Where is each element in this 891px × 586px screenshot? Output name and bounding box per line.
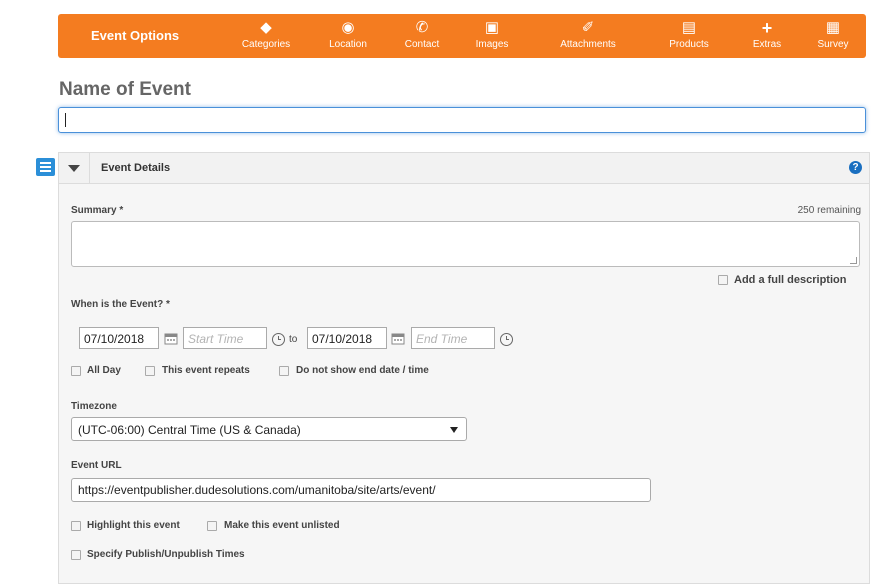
toolbar-location-label: Location — [329, 39, 367, 50]
toolbar-location[interactable]: ◉ Location — [308, 18, 388, 50]
summary-label: Summary * — [71, 205, 124, 216]
highlight-label: Highlight this event — [87, 520, 180, 531]
full-description-checkbox[interactable] — [718, 275, 728, 285]
toolbar-images[interactable]: ▣ Images — [452, 18, 532, 50]
calendar-icon[interactable] — [391, 332, 405, 345]
timezone-label: Timezone — [71, 401, 117, 412]
toolbar-attachments-label: Attachments — [560, 39, 616, 50]
toolbar-images-label: Images — [475, 39, 509, 50]
start-date-input[interactable]: 07/10/2018 — [79, 327, 159, 349]
toolbar-products[interactable]: ▤ Products — [649, 18, 729, 50]
publish-times-label: Specify Publish/Unpublish Times — [87, 549, 245, 560]
publish-times-checkbox[interactable] — [71, 550, 81, 560]
toolbar-contact[interactable]: ✆ Contact — [382, 18, 462, 50]
toolbar-categories[interactable]: ◆ Categories — [226, 18, 306, 50]
event-name-input[interactable] — [58, 107, 866, 133]
summary-textarea[interactable] — [71, 221, 860, 267]
phone-icon: ✆ — [415, 19, 429, 36]
hide-end-label: Do not show end date / time — [296, 365, 429, 376]
when-label: When is the Event? * — [71, 299, 170, 310]
toolbar-survey-label: Survey — [817, 39, 849, 50]
resize-grip-icon[interactable] — [850, 257, 857, 264]
all-day-label: All Day — [87, 365, 121, 376]
timezone-value: (UTC-06:00) Central Time (US & Canada) — [78, 423, 301, 437]
event-details-panel: Event Details ? Summary * 250 remaining … — [58, 152, 870, 584]
map-marker-icon: ◉ — [341, 19, 355, 36]
start-time-input[interactable]: Start Time — [183, 327, 267, 349]
image-icon: ▣ — [484, 19, 500, 36]
highlight-checkbox[interactable] — [71, 521, 81, 531]
full-description-label: Add a full description — [734, 274, 847, 286]
event-url-input[interactable]: https://eventpublisher.dudesolutions.com… — [71, 478, 651, 502]
repeats-label: This event repeats — [162, 365, 250, 376]
unlisted-label: Make this event unlisted — [224, 520, 340, 531]
summary-remaining: 250 remaining — [797, 205, 861, 216]
text-caret — [65, 113, 66, 127]
panel-title: Event Details — [101, 162, 171, 174]
to-label: to — [289, 334, 298, 345]
caret-down-icon — [68, 165, 80, 172]
event-options-title: Event Options — [91, 28, 180, 43]
calendar-icon[interactable] — [164, 332, 178, 345]
dropdown-arrow-icon — [450, 427, 458, 433]
hide-end-checkbox[interactable] — [279, 366, 289, 376]
clock-icon[interactable] — [500, 333, 513, 346]
tag-icon: ◆ — [260, 19, 272, 36]
toolbar-categories-label: Categories — [241, 39, 291, 50]
toolbar-survey[interactable]: ▦ Survey — [793, 18, 873, 50]
event-details-header[interactable]: Event Details ? — [59, 153, 869, 184]
shopping-cart-icon: ▤ — [681, 19, 697, 36]
paperclip-icon: ✐ — [581, 19, 595, 36]
event-name-label: Name of Event — [59, 79, 191, 100]
all-day-checkbox[interactable] — [71, 366, 81, 376]
end-date-input[interactable]: 07/10/2018 — [307, 327, 387, 349]
document-icon: ▦ — [825, 19, 841, 36]
toolbar-contact-label: Contact — [404, 39, 440, 50]
end-time-input[interactable]: End Time — [411, 327, 495, 349]
event-url-label: Event URL — [71, 460, 122, 471]
toolbar-products-label: Products — [669, 39, 709, 50]
repeats-checkbox[interactable] — [145, 366, 155, 376]
timezone-select[interactable]: (UTC-06:00) Central Time (US & Canada) — [71, 417, 467, 441]
help-icon[interactable]: ? — [849, 161, 862, 174]
event-options-toolbar: Event Options ◆ Categories ◉ Location ✆ … — [58, 14, 866, 58]
clock-icon[interactable] — [272, 333, 285, 346]
toolbar-attachments[interactable]: ✐ Attachments — [548, 18, 628, 50]
collapse-toggle[interactable] — [59, 153, 90, 183]
unlisted-checkbox[interactable] — [207, 521, 217, 531]
list-icon[interactable] — [36, 158, 55, 176]
